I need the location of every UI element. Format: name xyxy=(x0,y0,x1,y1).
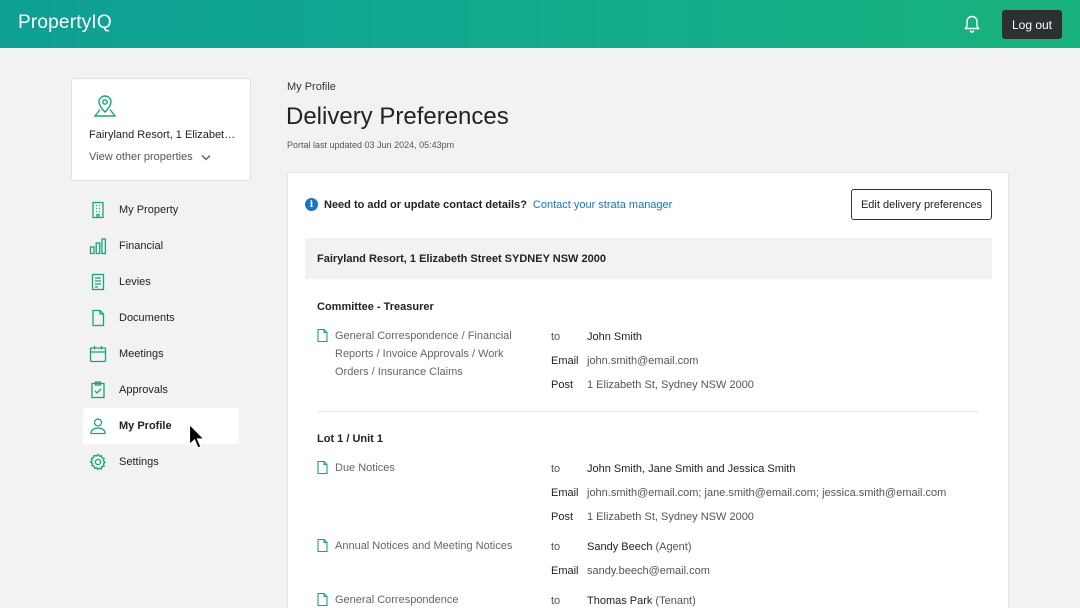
property-selector-card: Fairyland Resort, 1 Elizabeth… View othe… xyxy=(71,78,251,181)
to-value: Sandy Beech xyxy=(587,541,653,553)
delivery-email-row: Email john.smith@email.com; jane.smith@e… xyxy=(551,487,946,499)
sidebar-item-label: Meetings xyxy=(119,348,164,360)
user-icon xyxy=(90,418,106,435)
to-role: (Tenant) xyxy=(655,595,696,607)
sidebar-item-documents[interactable]: Documents xyxy=(83,300,239,336)
contact-strata-manager-link[interactable]: Contact your strata manager xyxy=(533,199,672,211)
email-value: sandy.beech@email.com xyxy=(587,565,710,577)
sidebar-item-label: My Property xyxy=(119,204,179,216)
to-key: to xyxy=(551,541,561,553)
document-icon xyxy=(92,309,105,327)
app-logo[interactable]: PropertyIQ xyxy=(18,12,112,34)
delivery-post-row: Post 1 Elizabeth St, Sydney NSW 2000 xyxy=(551,511,754,523)
sidebar-item-settings[interactable]: Settings xyxy=(83,444,239,480)
delivery-item-text: General Correspondence xyxy=(335,594,459,606)
sidebar-item-financial[interactable]: Financial xyxy=(83,228,239,264)
view-other-properties-label: View other properties xyxy=(89,151,193,163)
info-question: Need to add or update contact details? xyxy=(324,198,527,211)
clipboard-check-icon xyxy=(91,381,105,399)
post-value: 1 Elizabeth St, Sydney NSW 2000 xyxy=(587,379,754,391)
sidebar-item-levies[interactable]: Levies xyxy=(83,264,239,300)
delivery-email-row: Email sandy.beech@email.com xyxy=(551,565,710,577)
delivery-item-text: General Correspondence / Financial Repor… xyxy=(335,330,512,378)
page-title: Delivery Preferences xyxy=(286,103,509,130)
to-key: to xyxy=(551,595,561,607)
sidebar-item-my-property[interactable]: My Property xyxy=(83,192,239,228)
sidebar-item-label: My Profile xyxy=(119,420,172,432)
delivery-item-text: Annual Notices and Meeting Notices xyxy=(335,540,513,552)
top-bar: PropertyIQ Log out xyxy=(0,0,1080,48)
delivery-to-row: to John Smith, Jane Smith and Jessica Sm… xyxy=(551,463,795,475)
breadcrumb[interactable]: My Profile xyxy=(287,81,336,93)
email-key: Email xyxy=(551,565,579,577)
sidebar-item-label: Approvals xyxy=(119,384,168,396)
bar-chart-icon xyxy=(89,238,107,255)
sidebar-item-meetings[interactable]: Meetings xyxy=(83,336,239,372)
post-key: Post xyxy=(551,511,574,523)
delivery-email-row: Email john.smith@email.com xyxy=(551,355,698,367)
email-value: john.smith@email.com; jane.smith@email.c… xyxy=(587,487,947,499)
to-value: John Smith xyxy=(587,331,643,343)
document-icon xyxy=(317,329,328,342)
location-pin-icon xyxy=(93,95,117,117)
to-key: to xyxy=(551,331,561,343)
delivery-preferences-panel: i Need to add or update contact details?… xyxy=(287,172,1009,608)
delivery-item-label: Annual Notices and Meeting Notices xyxy=(317,537,515,555)
document-icon xyxy=(317,539,328,552)
property-name: Fairyland Resort, 1 Elizabeth… xyxy=(89,129,239,141)
delivery-item-text: Due Notices xyxy=(335,462,395,474)
to-value: Thomas Park xyxy=(587,595,653,607)
delivery-item-label: General Correspondence xyxy=(317,591,515,608)
delivery-to-row: to Thomas Park (Tenant) xyxy=(551,595,696,607)
document-icon xyxy=(317,593,328,606)
email-key: Email xyxy=(551,355,579,367)
sidebar-item-my-profile[interactable]: My Profile xyxy=(83,408,239,444)
delivery-item-label: Due Notices xyxy=(317,459,515,477)
section-divider xyxy=(317,411,979,412)
section-heading-lot: Lot 1 / Unit 1 xyxy=(317,433,383,445)
property-address-bar: Fairyland Resort, 1 Elizabeth Street SYD… xyxy=(305,238,992,279)
info-icon: i xyxy=(305,198,318,211)
sidebar-item-label: Financial xyxy=(119,240,164,252)
email-value: john.smith@email.com xyxy=(587,355,699,367)
sidebar-nav: My Property Financial Levies Documents M… xyxy=(83,192,239,480)
delivery-item-label: General Correspondence / Financial Repor… xyxy=(317,327,515,381)
delivery-to-row: to John Smith xyxy=(551,331,642,343)
last-updated-text: Portal last updated 03 Jun 2024, 05:43pm xyxy=(287,140,455,150)
email-key: Email xyxy=(551,487,579,499)
sidebar-item-label: Levies xyxy=(119,276,151,288)
contact-info-row: i Need to add or update contact details?… xyxy=(305,198,672,211)
edit-delivery-preferences-button[interactable]: Edit delivery preferences xyxy=(851,189,992,220)
post-value: 1 Elizabeth St, Sydney NSW 2000 xyxy=(587,511,754,523)
view-other-properties-dropdown[interactable]: View other properties xyxy=(89,151,211,163)
sidebar-item-label: Documents xyxy=(119,312,175,324)
logout-button[interactable]: Log out xyxy=(1002,10,1062,39)
to-role: (Agent) xyxy=(655,541,692,553)
document-icon xyxy=(317,461,328,474)
section-heading-committee: Committee - Treasurer xyxy=(317,301,434,313)
sidebar-item-label: Settings xyxy=(119,456,159,468)
chevron-down-icon xyxy=(201,154,211,160)
post-key: Post xyxy=(551,379,574,391)
gear-icon xyxy=(89,453,106,471)
to-key: to xyxy=(551,463,561,475)
sidebar-item-approvals[interactable]: Approvals xyxy=(83,372,239,408)
calendar-icon xyxy=(89,346,107,363)
receipt-icon xyxy=(91,273,105,291)
delivery-post-row: Post 1 Elizabeth St, Sydney NSW 2000 xyxy=(551,379,754,391)
bell-icon[interactable] xyxy=(962,14,982,34)
building-icon xyxy=(92,201,104,219)
to-value: John Smith, Jane Smith and Jessica Smith xyxy=(587,463,796,475)
delivery-to-row: to Sandy Beech (Agent) xyxy=(551,541,692,553)
mouse-cursor-icon xyxy=(188,423,206,449)
